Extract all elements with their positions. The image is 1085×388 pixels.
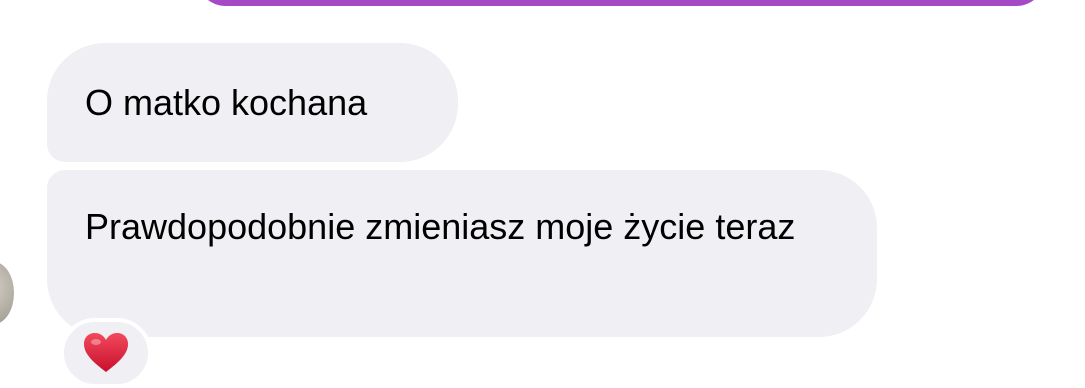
outgoing-message-bubble[interactable]	[196, 0, 1046, 6]
avatar[interactable]	[0, 262, 14, 324]
message-text: Prawdopodobnie zmieniasz moje życie tera…	[85, 206, 796, 247]
message-text: O matko kochana	[85, 82, 368, 123]
incoming-message-bubble[interactable]: O matko kochana	[47, 43, 458, 162]
incoming-message-bubble[interactable]: Prawdopodobnie zmieniasz moje życie tera…	[47, 170, 877, 337]
red-heart-icon	[84, 333, 128, 372]
reaction-badge[interactable]	[60, 318, 152, 388]
